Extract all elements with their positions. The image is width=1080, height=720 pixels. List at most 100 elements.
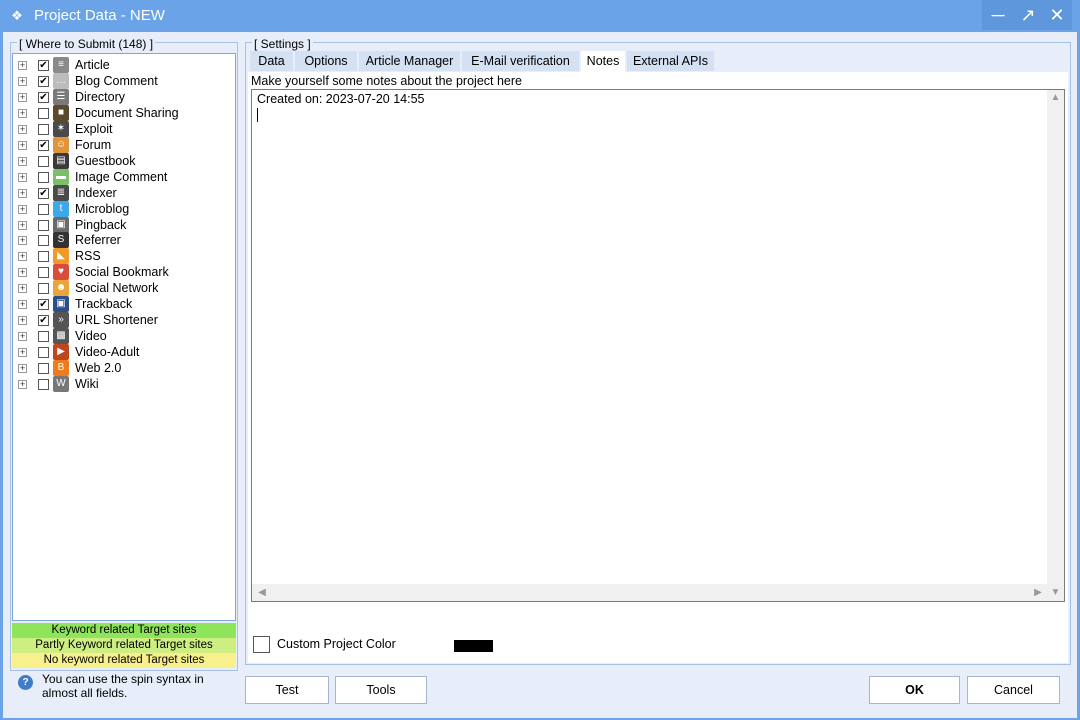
tree-item[interactable]: + t Microblog	[13, 200, 235, 217]
tree-item[interactable]: + ▤ Guestbook	[13, 152, 235, 169]
tree-item[interactable]: + ✔ ☰ Directory	[13, 88, 235, 105]
expand-icon[interactable]: +	[18, 204, 27, 214]
tree-item-checkbox[interactable]	[38, 235, 49, 247]
tree-item-checkbox[interactable]: ✔	[38, 91, 49, 103]
tree-item[interactable]: + ♥ Social Bookmark	[13, 264, 235, 281]
tree-item-checkbox[interactable]: ✔	[38, 139, 49, 151]
tree-item-checkbox[interactable]	[38, 123, 49, 135]
tree-item-checkbox[interactable]: ✔	[38, 60, 49, 71]
tree-item[interactable]: + ✶ Exploit	[13, 120, 235, 137]
tools-button[interactable]: Tools	[335, 676, 427, 704]
tree-item[interactable]: + ✔ » URL Shortener	[13, 312, 235, 329]
ok-button[interactable]: OK	[869, 676, 960, 704]
cancel-button[interactable]: Cancel	[967, 676, 1060, 704]
tree-item[interactable]: + ✔ ≣ Indexer	[13, 184, 235, 201]
expand-icon[interactable]: +	[18, 108, 27, 118]
tree-item[interactable]: + ◣ RSS	[13, 248, 235, 265]
expand-icon[interactable]: +	[18, 316, 27, 326]
vertical-scrollbar[interactable]: ▲ ▼	[1047, 90, 1064, 601]
test-button[interactable]: Test	[245, 676, 329, 704]
tree-item-checkbox[interactable]	[38, 267, 49, 279]
settings-group: [ Settings ] Data Options Article Manage…	[245, 37, 1071, 665]
forum-users-icon: ☺	[53, 136, 69, 153]
minimize-button[interactable]: ─	[982, 0, 1014, 30]
scroll-right-icon[interactable]: ▶	[1030, 584, 1046, 601]
tree-item-checkbox[interactable]	[38, 251, 49, 263]
color-swatch[interactable]	[454, 640, 493, 652]
tree-item-checkbox[interactable]	[38, 219, 49, 231]
expand-icon[interactable]: +	[18, 220, 27, 230]
close-button[interactable]: ✕	[1042, 0, 1072, 30]
tree-item-label: Blog Comment	[75, 73, 158, 88]
tree-item[interactable]: + ✔ ▣ Trackback	[13, 296, 235, 313]
expand-icon[interactable]: +	[18, 268, 27, 278]
tree-item-label: Trackback	[75, 297, 133, 312]
tree-item-checkbox[interactable]	[38, 331, 49, 343]
tree-item[interactable]: + ▩ Video	[13, 328, 235, 345]
custom-color-checkbox[interactable]	[253, 636, 270, 653]
horizontal-scrollbar[interactable]: ◀ ▶	[252, 584, 1048, 601]
tree-item-checkbox[interactable]	[38, 203, 49, 215]
tree-item[interactable]: + S Referrer	[13, 232, 235, 249]
tree-item[interactable]: + ☻ Social Network	[13, 280, 235, 297]
tree-item[interactable]: + ✔ … Blog Comment	[13, 72, 235, 89]
settings-title: [ Settings ]	[252, 37, 313, 51]
platform-tree[interactable]: + ✔ ≡ Article + ✔ … Blog Comment + ✔ ☰ Directory + ■ D…	[12, 53, 236, 621]
tree-item[interactable]: + ▶ Video-Adult	[13, 344, 235, 361]
trackback-icon: ▣	[53, 296, 69, 313]
expand-icon[interactable]: +	[18, 284, 27, 294]
scroll-down-icon[interactable]: ▼	[1047, 585, 1064, 601]
tab-external-apis[interactable]: External APIs	[627, 51, 714, 71]
expand-icon[interactable]: +	[18, 140, 27, 150]
expand-icon[interactable]: +	[18, 300, 27, 310]
tree-item-checkbox[interactable]: ✔	[38, 315, 49, 327]
tree-item[interactable]: + W Wiki	[13, 376, 235, 392]
folder-icon: ■	[53, 104, 69, 121]
tree-item-label: Social Network	[75, 281, 159, 296]
tab-data[interactable]: Data	[250, 51, 293, 71]
notes-textarea[interactable]: Created on: 2023-07-20 14:55 ▲ ▼ ◀ ▶	[251, 89, 1065, 602]
tree-item[interactable]: + ✔ ☺ Forum	[13, 136, 235, 153]
tree-item-checkbox[interactable]	[38, 347, 49, 359]
people-icon: ☻	[53, 280, 69, 297]
tab-options[interactable]: Options	[295, 51, 357, 71]
tab-email-verification[interactable]: E-Mail verification	[462, 51, 579, 71]
tree-item-checkbox[interactable]	[38, 107, 49, 119]
tree-item[interactable]: + ■ Document Sharing	[13, 104, 235, 121]
tree-item-label: Referrer	[75, 233, 121, 248]
tree-item-checkbox[interactable]	[38, 171, 49, 183]
tree-item[interactable]: + ✔ ≡ Article	[13, 57, 235, 73]
tree-item-checkbox[interactable]: ✔	[38, 75, 49, 87]
expand-icon[interactable]: +	[18, 236, 27, 246]
tree-item-checkbox[interactable]	[38, 363, 49, 375]
tree-item-checkbox[interactable]	[38, 283, 49, 295]
expand-icon[interactable]: +	[18, 332, 27, 342]
tree-item-checkbox[interactable]	[38, 155, 49, 167]
expand-icon[interactable]: +	[18, 348, 27, 358]
expand-icon[interactable]: +	[18, 364, 27, 374]
expand-icon[interactable]: +	[18, 252, 27, 262]
tree-item-checkbox[interactable]: ✔	[38, 187, 49, 199]
legend-no-keyword: No keyword related Target sites	[12, 653, 236, 668]
expand-icon[interactable]: +	[18, 124, 27, 134]
tree-item[interactable]: + ▣ Pingback	[13, 216, 235, 233]
tab-article-manager[interactable]: Article Manager	[359, 51, 460, 71]
tree-item-label: Forum	[75, 137, 112, 152]
tree-item-checkbox[interactable]	[38, 379, 49, 390]
tree-item-checkbox[interactable]: ✔	[38, 299, 49, 311]
app-icon: ❖	[11, 8, 23, 23]
tree-item-label: Web 2.0	[75, 361, 122, 376]
tab-notes[interactable]: Notes	[581, 51, 625, 72]
expand-icon[interactable]: +	[18, 92, 27, 102]
tree-item[interactable]: + ▬ Image Comment	[13, 168, 235, 185]
expand-icon[interactable]: +	[18, 172, 27, 182]
maximize-button[interactable]: ↗	[1012, 0, 1044, 30]
scroll-left-icon[interactable]: ◀	[254, 584, 270, 601]
expand-icon[interactable]: +	[18, 156, 27, 166]
expand-icon[interactable]: +	[18, 380, 27, 389]
scroll-up-icon[interactable]: ▲	[1047, 90, 1064, 106]
expand-icon[interactable]: +	[18, 76, 27, 86]
expand-icon[interactable]: +	[18, 61, 27, 70]
expand-icon[interactable]: +	[18, 188, 27, 198]
tree-item[interactable]: + B Web 2.0	[13, 360, 235, 377]
